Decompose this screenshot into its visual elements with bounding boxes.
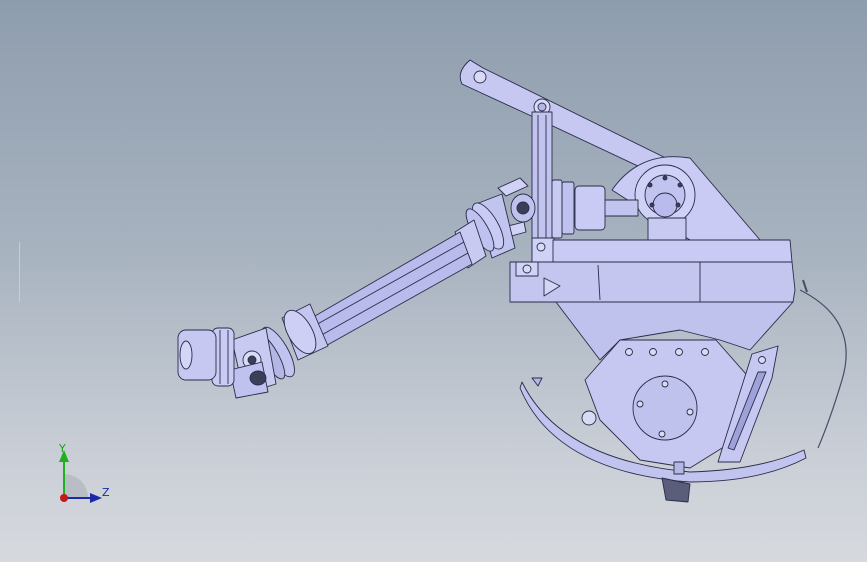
hydraulic-cable: [799, 279, 847, 449]
vertical-link: [531, 111, 555, 277]
triad-quarter-disc: [64, 474, 88, 498]
orientation-triad: Y Z: [40, 438, 130, 518]
graphics-viewport[interactable]: Y Z: [0, 0, 867, 562]
model-view[interactable]: [0, 0, 867, 562]
triad-axes: [59, 450, 102, 503]
gearbox: [634, 164, 696, 241]
lower-universal-joint: [177, 327, 277, 399]
z-axis-arrow: [90, 493, 102, 503]
y-axis-label: Y: [59, 442, 66, 455]
z-axis-label: Z: [102, 486, 110, 499]
x-axis-dot: [60, 494, 68, 502]
pto-shaft: [254, 193, 516, 380]
